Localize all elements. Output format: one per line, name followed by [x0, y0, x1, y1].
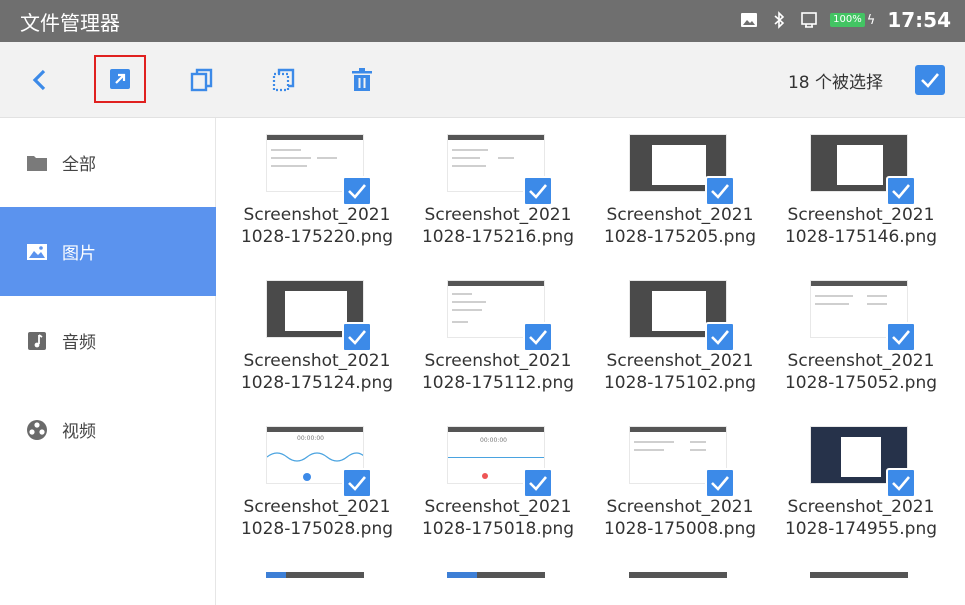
checkmark-icon: [529, 184, 547, 199]
checkmark-icon: [892, 184, 910, 199]
file-tile[interactable]: Screenshot_2021 1028-175216.png: [407, 118, 589, 268]
file-checkbox[interactable]: [342, 176, 372, 206]
checkmark-icon: [711, 330, 729, 345]
music-icon: [26, 330, 48, 352]
file-checkbox[interactable]: [705, 468, 735, 498]
file-name: Screenshot_2021 1028-175124.png: [240, 351, 394, 393]
sidebar-item-label: 图片: [62, 244, 96, 264]
thumb-timer-text: 00:00:00: [480, 437, 507, 444]
file-checkbox[interactable]: [523, 468, 553, 498]
file-name: Screenshot_2021 1028-175102.png: [603, 351, 757, 393]
trash-icon: [352, 68, 372, 91]
file-thumbnail-partial[interactable]: [810, 572, 908, 578]
sidebar-item-label: 全部: [62, 155, 96, 175]
file-tile[interactable]: Screenshot_2021 1028-175052.png: [770, 264, 952, 414]
sidebar-item-video[interactable]: 视频: [0, 385, 216, 474]
checkmark-icon: [529, 476, 547, 491]
status-icons: 100% ϟ 17:54: [740, 8, 951, 32]
file-tile[interactable]: Screenshot_2021 1028-175205.png: [589, 118, 771, 268]
file-tile[interactable]: Screenshot_2021 1028-175112.png: [407, 264, 589, 414]
image-icon: [26, 241, 48, 263]
back-button[interactable]: [20, 42, 60, 118]
checkmark-icon: [892, 330, 910, 345]
checkmark-icon: [348, 476, 366, 491]
sidebar-item-audio[interactable]: 音频: [0, 296, 216, 385]
file-name: Screenshot_2021 1028-175146.png: [784, 205, 938, 247]
file-name: Screenshot_2021 1028-175018.png: [421, 497, 575, 539]
share-button[interactable]: [94, 55, 146, 103]
file-name: Screenshot_2021 1028-175220.png: [240, 205, 394, 247]
gallery-notification-icon: [740, 11, 758, 29]
file-tile[interactable]: Screenshot_2021 1028-175008.png: [589, 410, 771, 560]
move-button[interactable]: [262, 42, 306, 118]
video-reel-icon: [26, 419, 48, 441]
status-bar: 文件管理器 100% ϟ 17:54: [0, 0, 965, 42]
file-tile[interactable]: 00:00:00 Screenshot_2021 1028-175028.png: [226, 410, 408, 560]
file-name: Screenshot_2021 1028-175112.png: [421, 351, 575, 393]
sidebar-item-label: 音频: [62, 333, 96, 353]
thumb-timer-text: 00:00:00: [297, 435, 324, 442]
image-file-grid: Screenshot_2021 1028-175220.png Screensho…: [217, 118, 965, 605]
file-tile[interactable]: Screenshot_2021 1028-175146.png: [770, 118, 952, 268]
folder-icon: [26, 152, 48, 174]
sidebar-item-all[interactable]: 全部: [0, 118, 216, 207]
file-checkbox[interactable]: [523, 176, 553, 206]
category-sidebar: 全部 图片 音频 视频: [0, 118, 216, 605]
bluetooth-icon: [770, 11, 788, 29]
checkmark-icon: [348, 330, 366, 345]
file-thumbnail-partial[interactable]: [266, 572, 364, 578]
file-checkbox[interactable]: [523, 322, 553, 352]
file-tile[interactable]: Screenshot_2021 1028-175220.png: [226, 118, 408, 268]
checkmark-icon: [348, 184, 366, 199]
copy-icon: [190, 68, 213, 92]
clock: 17:54: [887, 8, 951, 32]
file-checkbox[interactable]: [886, 176, 916, 206]
sidebar-item-label: 视频: [62, 422, 96, 442]
select-all-checkbox[interactable]: [915, 65, 945, 95]
checkmark-icon: [711, 476, 729, 491]
copy-button[interactable]: [180, 42, 224, 118]
checkmark-icon: [529, 330, 547, 345]
app-title: 文件管理器: [20, 11, 120, 35]
checkmark-icon: [711, 184, 729, 199]
file-thumbnail-partial[interactable]: [447, 572, 545, 578]
file-tile[interactable]: Screenshot_2021 1028-175102.png: [589, 264, 771, 414]
file-checkbox[interactable]: [705, 176, 735, 206]
checkmark-icon: [892, 476, 910, 491]
selection-count: 18 个被选择: [787, 73, 883, 93]
file-thumbnail-partial[interactable]: [629, 572, 727, 578]
ethernet-icon: [800, 11, 818, 29]
file-checkbox[interactable]: [342, 322, 372, 352]
file-name: Screenshot_2021 1028-175205.png: [603, 205, 757, 247]
checkmark-icon: [921, 73, 939, 88]
move-icon: [272, 68, 295, 92]
file-tile[interactable]: 00:00:00 Screenshot_2021 1028-175018.png: [407, 410, 589, 560]
file-name: Screenshot_2021 1028-175216.png: [421, 205, 575, 247]
battery-percent: 100%: [830, 13, 865, 27]
file-checkbox[interactable]: [886, 322, 916, 352]
file-checkbox[interactable]: [705, 322, 735, 352]
charging-icon: ϟ: [866, 12, 876, 28]
share-icon: [110, 69, 130, 89]
file-checkbox[interactable]: [342, 468, 372, 498]
sidebar-item-images[interactable]: 图片: [0, 207, 216, 296]
battery-indicator: 100% ϟ: [830, 13, 875, 28]
file-name: Screenshot_2021 1028-174955.png: [784, 497, 938, 539]
file-checkbox[interactable]: [886, 468, 916, 498]
file-tile[interactable]: Screenshot_2021 1028-174955.png: [770, 410, 952, 560]
file-name: Screenshot_2021 1028-175008.png: [603, 497, 757, 539]
action-toolbar: 18 个被选择: [0, 42, 965, 118]
back-arrow-icon: [32, 69, 46, 91]
file-name: Screenshot_2021 1028-175052.png: [784, 351, 938, 393]
delete-button[interactable]: [340, 42, 384, 118]
file-tile[interactable]: Screenshot_2021 1028-175124.png: [226, 264, 408, 414]
file-name: Screenshot_2021 1028-175028.png: [240, 497, 394, 539]
